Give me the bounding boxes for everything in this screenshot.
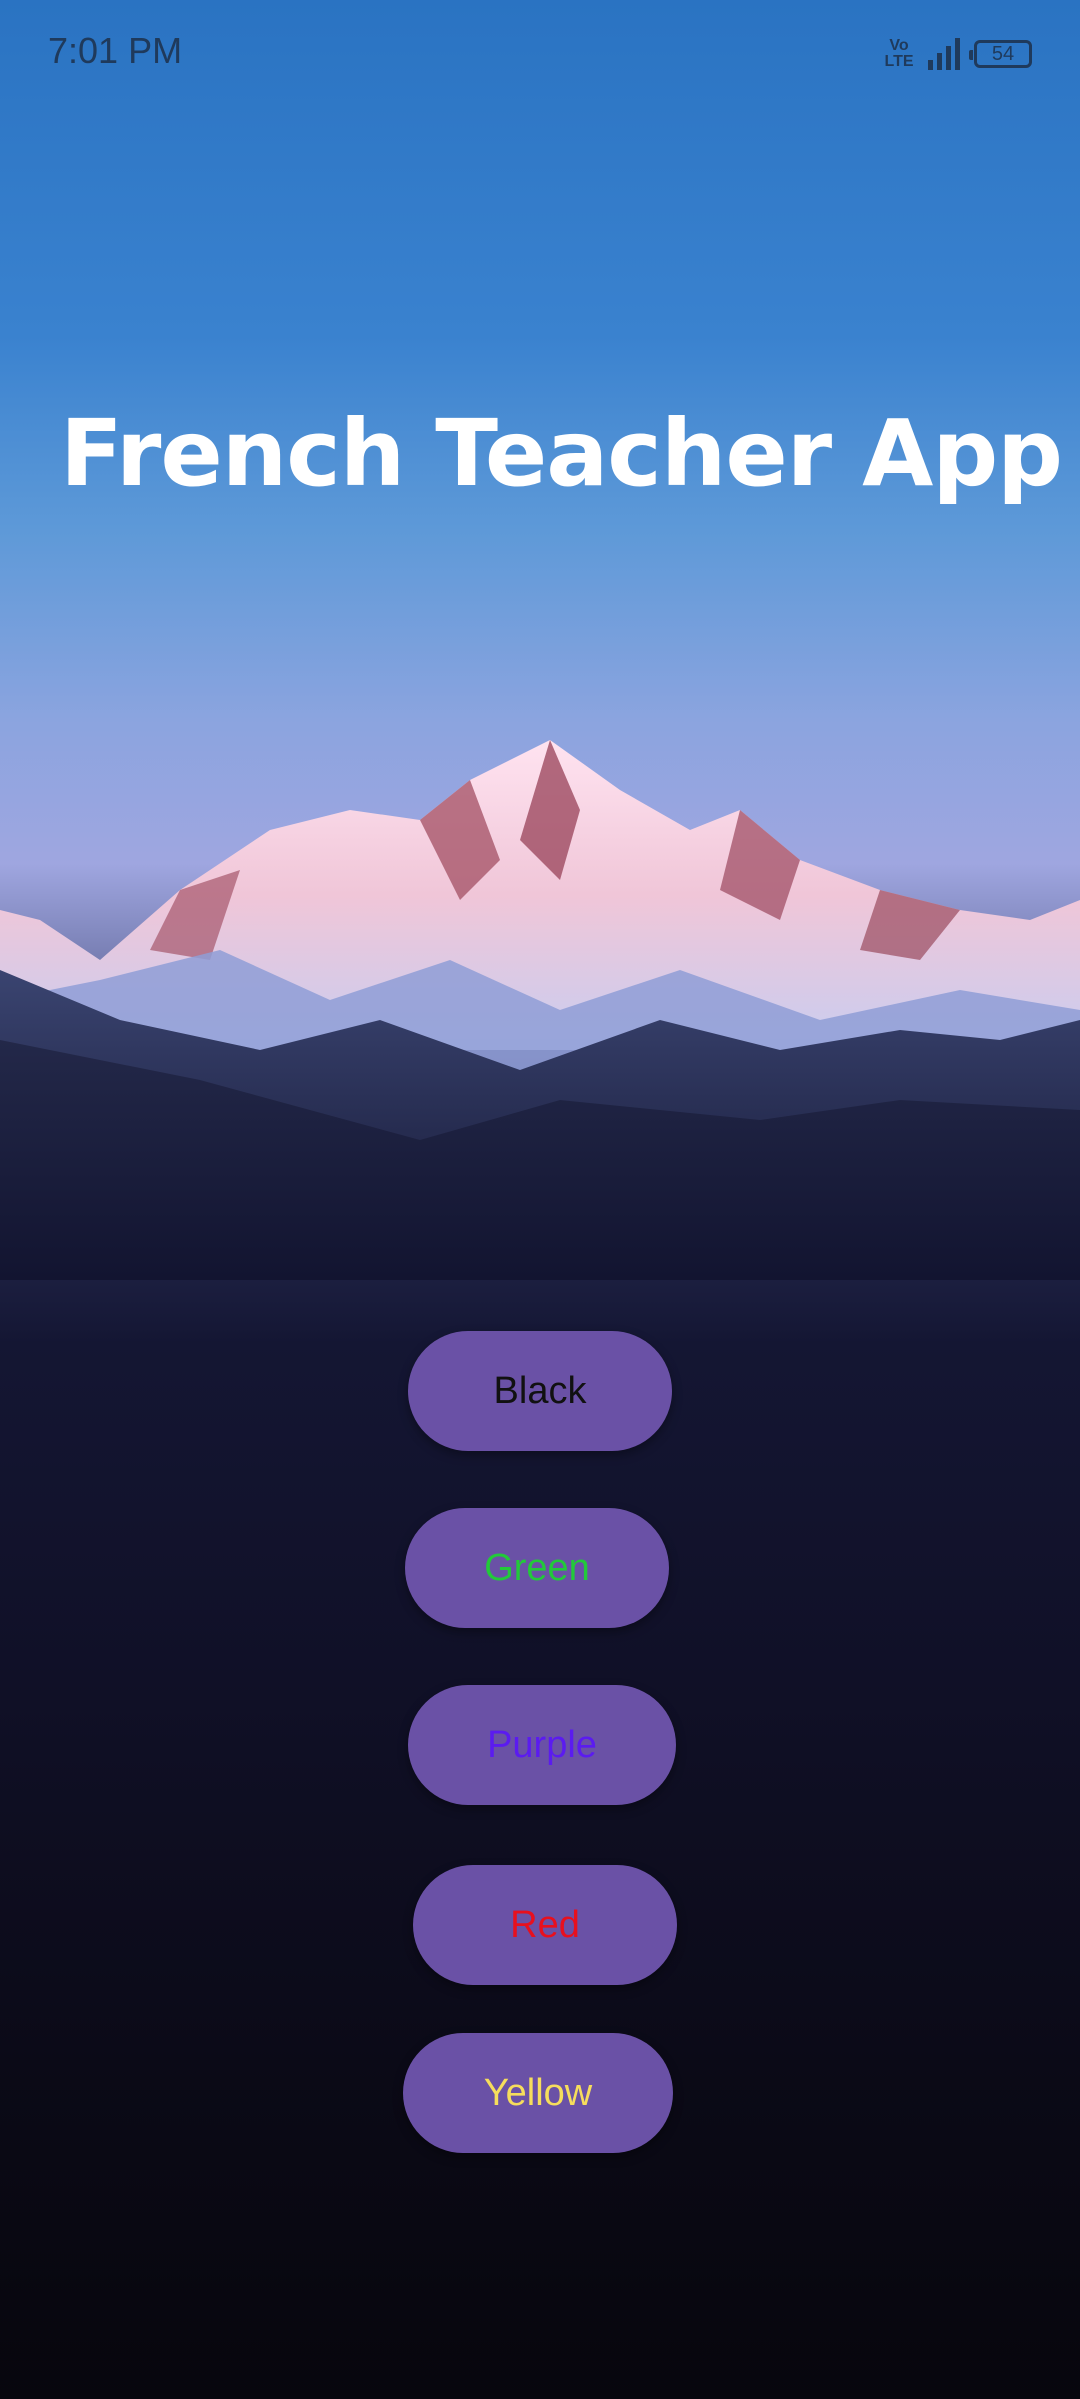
signal-icon [928, 38, 960, 70]
battery-icon: 54 [969, 40, 1032, 68]
volte-icon: Vo LTE [884, 37, 914, 70]
app-screen: 7:01 PM Vo LTE 54 French Teacher App Bla… [0, 0, 1080, 2399]
green-button[interactable]: Green [405, 1508, 669, 1628]
red-button[interactable]: Red [413, 1865, 677, 1985]
status-icons: Vo LTE 54 [882, 34, 1032, 74]
app-title: French Teacher App [60, 400, 1063, 507]
mountain-background-image [0, 740, 1080, 1280]
black-button[interactable]: Black [408, 1331, 672, 1451]
status-time: 7:01 PM [48, 30, 183, 71]
yellow-button[interactable]: Yellow [403, 2033, 673, 2153]
battery-level: 54 [991, 42, 1015, 65]
purple-button[interactable]: Purple [408, 1685, 676, 1805]
status-bar: 7:01 PM Vo LTE 54 [0, 0, 1080, 110]
